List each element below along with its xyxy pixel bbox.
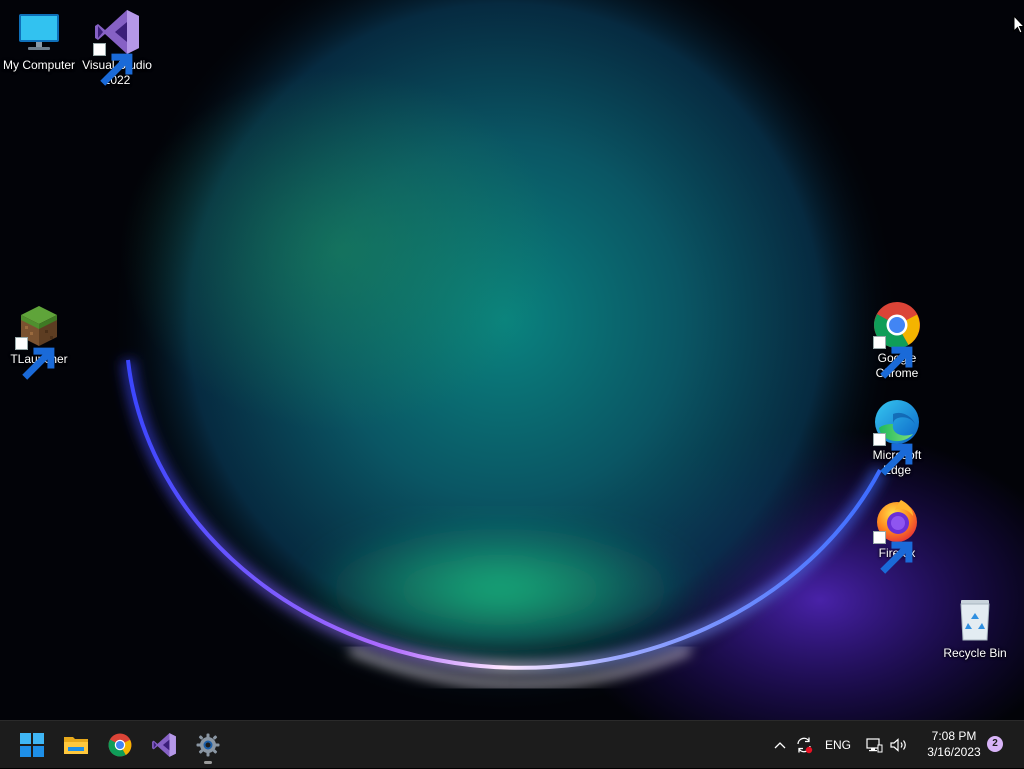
shortcut-arrow-icon xyxy=(873,336,913,379)
taskbar-visual-studio-button[interactable] xyxy=(144,725,184,765)
network-icon xyxy=(866,738,883,753)
folder-icon xyxy=(64,737,88,754)
taskbar-file-explorer-button[interactable] xyxy=(56,725,96,765)
volume-icon xyxy=(890,738,906,752)
desktop-icon-visual-studio[interactable]: Visual Studio 2022 xyxy=(78,8,156,88)
input-language-label: ENG xyxy=(824,738,851,752)
desktop-icon-microsoft-edge[interactable]: Microsoft Edge xyxy=(858,398,936,478)
mouse-cursor-icon xyxy=(1013,15,1024,34)
desktop[interactable]: My Computer Visual Studio 2022 TLauncher… xyxy=(0,0,1024,720)
clock-time: 7:08 PM xyxy=(931,729,977,743)
running-indicator xyxy=(204,761,212,764)
start-button[interactable] xyxy=(12,725,52,765)
desktop-icon-my-computer[interactable]: My Computer xyxy=(0,8,78,73)
settings-gear-icon xyxy=(196,733,220,757)
recycle-bin-icon xyxy=(951,596,999,644)
firefox-icon xyxy=(873,496,921,574)
shortcut-arrow-icon xyxy=(873,433,913,476)
taskbar-chrome-button[interactable] xyxy=(100,725,140,765)
desktop-icon-tlauncher[interactable]: TLauncher xyxy=(0,302,78,380)
shortcut-arrow-icon xyxy=(15,337,55,380)
desktop-icon-google-chrome[interactable]: Google Chrome xyxy=(858,301,936,381)
clock-button[interactable]: 7:08 PM 3/16/2023 xyxy=(914,728,994,760)
monitor-icon xyxy=(15,8,63,56)
minecraft-grass-block-icon xyxy=(15,302,63,380)
tray-network-volume-button[interactable] xyxy=(862,721,912,769)
desktop-icon-label: Recycle Bin xyxy=(943,646,1007,660)
edge-icon xyxy=(873,398,921,476)
taskbar: ENG 7:08 PM 3/16/2023 xyxy=(0,720,1024,768)
show-hidden-icons-button[interactable] xyxy=(768,721,792,769)
chrome-icon xyxy=(873,301,921,379)
visual-studio-icon xyxy=(152,733,176,757)
sync-icon xyxy=(797,737,813,754)
desktop-icon-recycle-bin[interactable]: Recycle Bin xyxy=(936,596,1014,661)
windows-start-icon xyxy=(20,733,44,757)
desktop-icon-firefox[interactable]: Firefox xyxy=(858,496,936,574)
shortcut-arrow-icon xyxy=(873,531,913,574)
clock-date: 3/16/2023 xyxy=(927,745,981,759)
chevron-up-icon xyxy=(774,742,786,749)
visual-studio-icon xyxy=(93,8,141,86)
input-language-button[interactable]: ENG xyxy=(820,721,856,769)
notification-count-badge[interactable]: 2 xyxy=(987,736,1003,752)
chrome-icon xyxy=(108,733,132,757)
desktop-icon-label: My Computer xyxy=(2,58,76,72)
shortcut-arrow-icon xyxy=(93,43,133,86)
tray-sync-button[interactable] xyxy=(792,721,816,769)
taskbar-settings-button[interactable] xyxy=(188,725,228,765)
